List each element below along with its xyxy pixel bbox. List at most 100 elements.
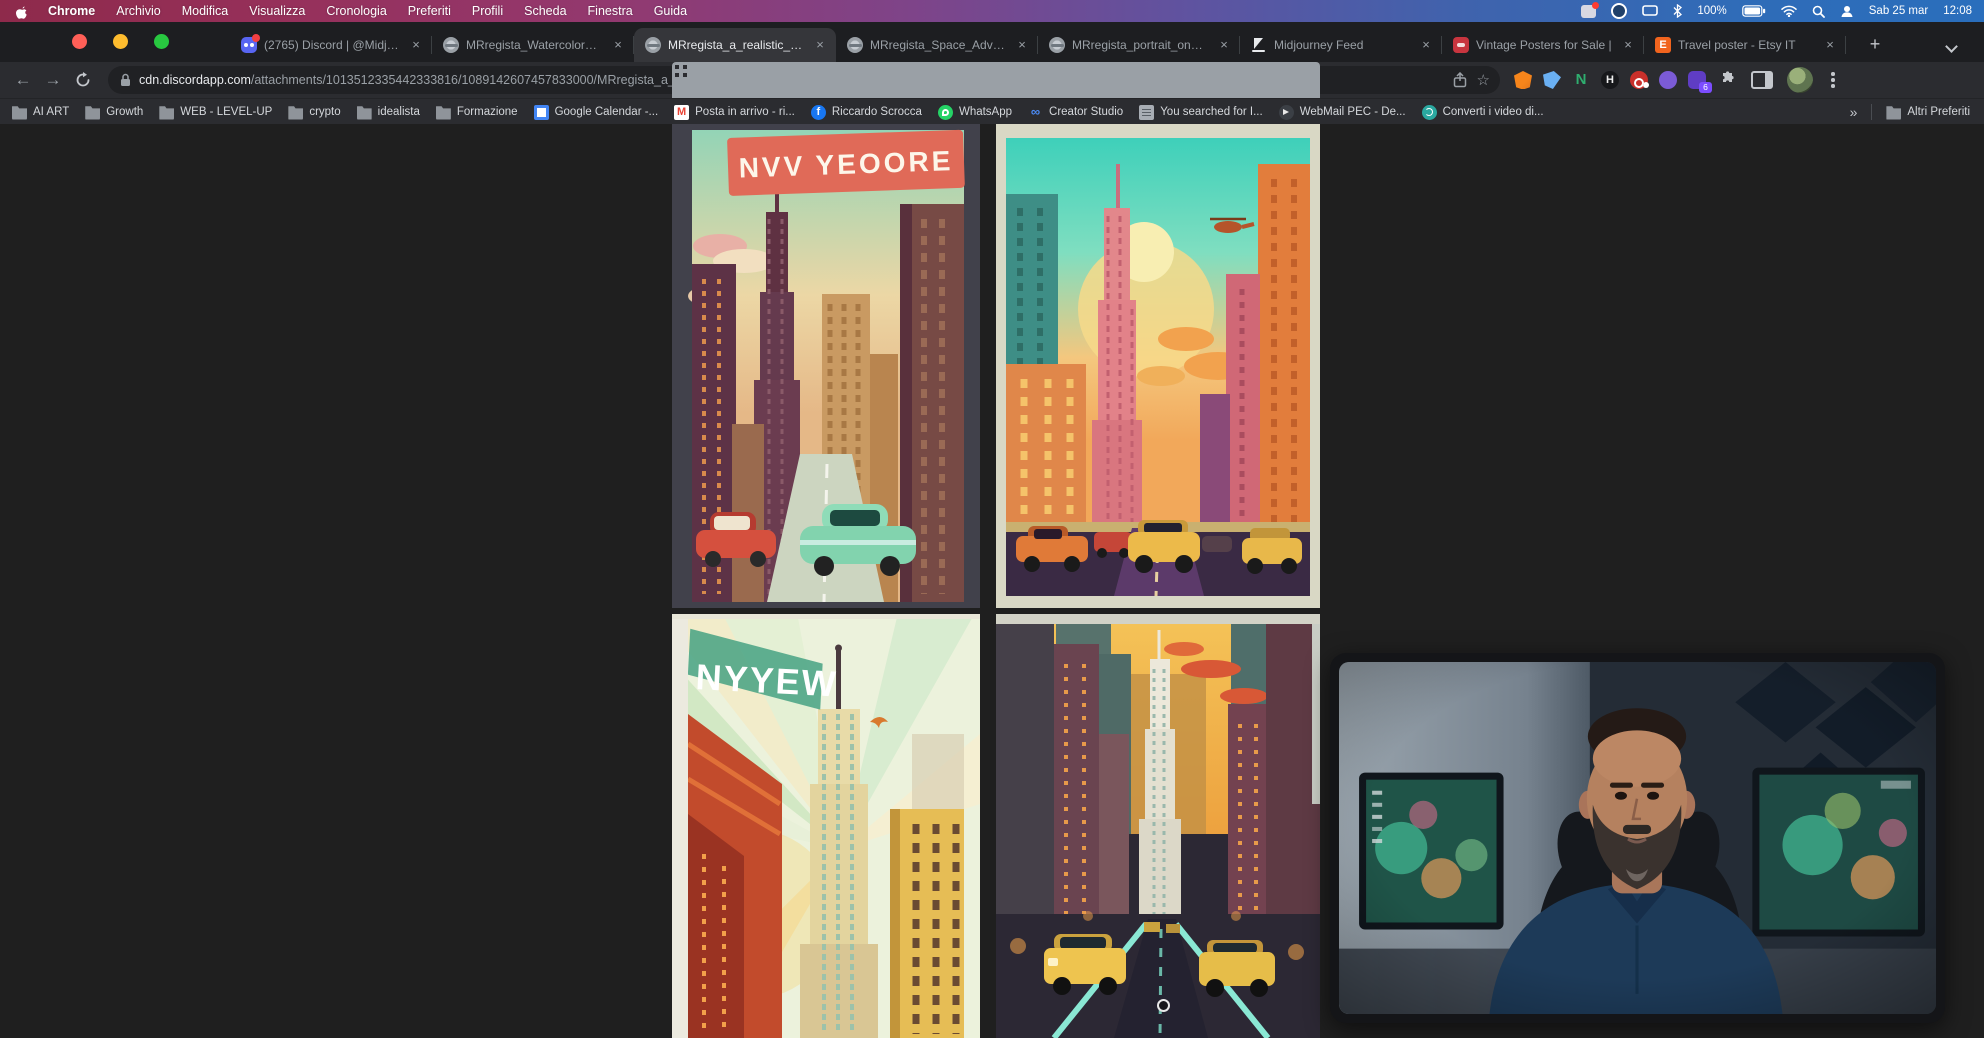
- other-bookmarks-button[interactable]: Altri Preferiti: [1886, 105, 1970, 120]
- menu-item-guida[interactable]: Guida: [654, 4, 687, 18]
- extensions: N H 6: [1514, 71, 1706, 89]
- bookmark-idealista[interactable]: idealista: [357, 105, 420, 120]
- bookmark-facebook[interactable]: fRiccardo Scrocca: [811, 105, 922, 120]
- extensions-menu-button[interactable]: [1719, 71, 1737, 89]
- menu-item-scheda[interactable]: Scheda: [524, 4, 566, 18]
- tab-close-icon[interactable]: ×: [1822, 37, 1838, 53]
- menu-item-visualizza[interactable]: Visualizza: [249, 4, 305, 18]
- menu-item-modifica[interactable]: Modifica: [182, 4, 229, 18]
- menubar-date[interactable]: Sab 25 mar: [1869, 5, 1928, 17]
- share-button[interactable]: [1453, 72, 1467, 88]
- menu-item-finestra[interactable]: Finestra: [588, 4, 633, 18]
- tab-midjourney-feed[interactable]: Midjourney Feed ×: [1240, 28, 1442, 62]
- poster-top-right[interactable]: [996, 124, 1320, 608]
- bookmark-label: WEB - LEVEL-UP: [180, 106, 272, 118]
- bookmark-label: AI ART: [33, 106, 69, 118]
- bookmark-you-searched[interactable]: You searched for I...: [1139, 105, 1263, 120]
- tabs: (2765) Discord | @Midjou... × MRregista_…: [230, 28, 1846, 62]
- display-icon[interactable]: [1642, 5, 1658, 17]
- bookmark-label: Posta in arrivo - ri...: [695, 106, 795, 118]
- bookmark-ai-art[interactable]: AI ART: [12, 105, 69, 120]
- tab-vintage-posters[interactable]: Vintage Posters for Sale | ×: [1442, 28, 1644, 62]
- tab-search-chevron-icon[interactable]: [1946, 40, 1958, 52]
- purple-extension-icon[interactable]: [1659, 71, 1677, 89]
- forward-button[interactable]: →: [38, 65, 68, 95]
- back-button[interactable]: ←: [8, 65, 38, 95]
- violet-extension-icon[interactable]: 6: [1688, 71, 1706, 89]
- webcam-video: [1339, 662, 1936, 1014]
- bookmark-web-level-up[interactable]: WEB - LEVEL-UP: [159, 105, 272, 120]
- password-key-extension-icon[interactable]: [1630, 71, 1648, 89]
- menu-item-cronologia[interactable]: Cronologia: [326, 4, 386, 18]
- bluetooth-icon[interactable]: [1673, 4, 1682, 18]
- menu-status-area: 100% Sab 25 mar 12:08: [1581, 3, 1984, 19]
- tab-discord[interactable]: (2765) Discord | @Midjou... ×: [230, 28, 432, 62]
- profile-avatar[interactable]: [1787, 67, 1813, 93]
- notification-app-icon[interactable]: [1581, 5, 1596, 18]
- tab-portrait[interactable]: MRregista_portrait_on_a_... ×: [1038, 28, 1240, 62]
- poster-bottom-right[interactable]: [996, 614, 1320, 1038]
- bookmark-gmail[interactable]: MPosta in arrivo - ri...: [674, 105, 795, 120]
- globe-favicon-icon: [847, 37, 863, 53]
- bookmark-label: Creator Studio: [1049, 106, 1123, 118]
- etsy-favicon-icon: E: [1655, 37, 1671, 53]
- search-icon[interactable]: [1812, 5, 1825, 18]
- tab-close-icon[interactable]: ×: [1014, 37, 1030, 53]
- url-host: cdn.discordapp.com: [139, 73, 251, 87]
- bookmark-creator-studio[interactable]: ∞Creator Studio: [1028, 105, 1123, 120]
- bookmark-crypto[interactable]: crypto: [288, 105, 340, 120]
- user-switch-icon[interactable]: [1840, 5, 1854, 18]
- wifi-icon[interactable]: [1781, 5, 1797, 17]
- tab-close-icon[interactable]: ×: [408, 37, 424, 53]
- folder-icon: [85, 105, 100, 120]
- tab-close-icon[interactable]: ×: [1620, 37, 1636, 53]
- tab-etsy[interactable]: E Travel poster - Etsy IT ×: [1644, 28, 1846, 62]
- tab-space-adventure[interactable]: MRregista_Space_Advent... ×: [836, 28, 1038, 62]
- bookmark-whatsapp[interactable]: WhatsApp: [938, 105, 1012, 120]
- poster-top-left[interactable]: NVV YEOORE: [672, 124, 980, 608]
- tab-label: MRregista_a_realistic_vie...: [668, 38, 805, 52]
- menu-app-name[interactable]: Chrome: [48, 4, 95, 18]
- poster-title-text: NYYEW: [695, 656, 839, 704]
- bookmark-google-calendar[interactable]: Google Calendar -...: [534, 105, 659, 120]
- side-panel-icon[interactable]: [1751, 71, 1773, 89]
- battery-icon: [1742, 5, 1766, 17]
- dark-h-extension-icon[interactable]: H: [1601, 71, 1619, 89]
- tab-label: MRregista_Space_Advent...: [870, 38, 1007, 52]
- record-status-icon[interactable]: [1611, 3, 1627, 19]
- menu-item-preferiti[interactable]: Preferiti: [408, 4, 451, 18]
- screen: Chrome Archivio Modifica Visualizza Cron…: [0, 0, 1984, 1038]
- apple-icon[interactable]: [14, 4, 27, 19]
- folder-icon: [1886, 105, 1901, 120]
- green-n-extension-icon[interactable]: N: [1572, 71, 1590, 89]
- bookmark-star-icon[interactable]: ☆: [1477, 71, 1490, 89]
- tab-watercolor[interactable]: MRregista_Watercolor_Pa... ×: [432, 28, 634, 62]
- reload-button[interactable]: [68, 65, 98, 95]
- bookmark-growth[interactable]: Growth: [85, 105, 143, 120]
- poster-bottom-left[interactable]: NYYEW: [672, 614, 980, 1038]
- puzzle-icon: [1719, 71, 1737, 89]
- vintage-posters-favicon-icon: [1453, 37, 1469, 53]
- tab-close-icon[interactable]: ×: [610, 37, 626, 53]
- menu-item-archivio[interactable]: Archivio: [116, 4, 160, 18]
- bookmark-label: You searched for I...: [1160, 106, 1263, 118]
- toolbar: ← → cdn.discordapp.com /attachments/1013…: [0, 62, 1984, 98]
- bookmark-converti-video[interactable]: Converti i video di...: [1422, 105, 1544, 120]
- chrome-menu-button[interactable]: [1825, 70, 1841, 90]
- tab-realistic-view-active[interactable]: MRregista_a_realistic_vie... ×: [634, 28, 836, 62]
- zoom-window-button[interactable]: [154, 34, 169, 49]
- metamask-extension-icon[interactable]: [1514, 71, 1532, 89]
- blue-extension-icon[interactable]: [1543, 71, 1561, 89]
- tab-close-icon[interactable]: ×: [812, 37, 828, 53]
- menu-item-profili[interactable]: Profili: [472, 4, 503, 18]
- new-tab-button[interactable]: +: [1862, 32, 1888, 58]
- close-window-button[interactable]: [72, 34, 87, 49]
- tab-close-icon[interactable]: ×: [1216, 37, 1232, 53]
- menubar-time[interactable]: 12:08: [1943, 5, 1972, 17]
- bookmarks-overflow-button[interactable]: »: [1850, 104, 1858, 120]
- poster-grid-image[interactable]: NVV YEOORE: [672, 124, 1320, 1038]
- tab-close-icon[interactable]: ×: [1418, 37, 1434, 53]
- minimize-window-button[interactable]: [113, 34, 128, 49]
- bookmark-webmail-pec[interactable]: WebMail PEC - De...: [1279, 105, 1406, 120]
- bookmark-formazione[interactable]: Formazione: [436, 105, 518, 120]
